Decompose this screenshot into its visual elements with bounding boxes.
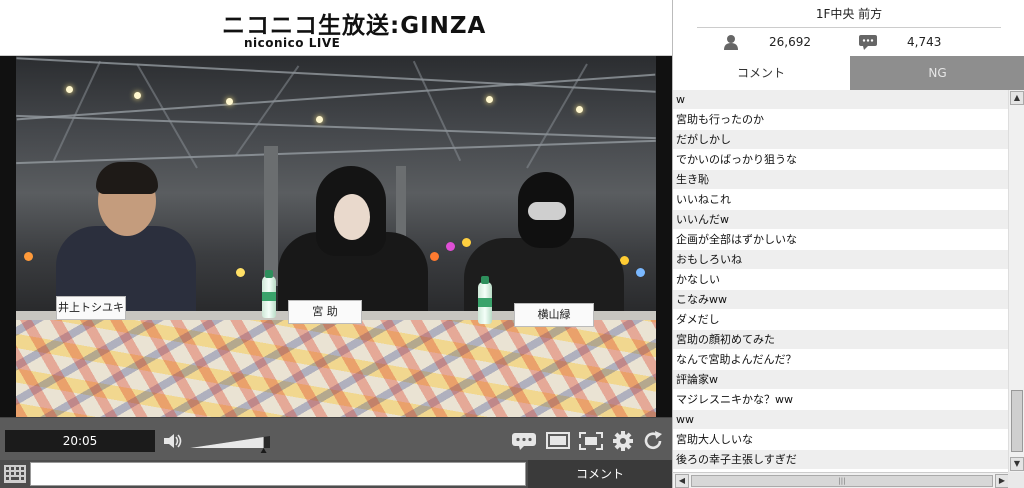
- nameplate-left: 井上トシユキ: [56, 296, 126, 320]
- player-controls: 20:05: [0, 417, 672, 460]
- logo-sub-text: niconico LIVE: [244, 36, 341, 50]
- video-player[interactable]: 井上トシユキ 宮 助 横山緑: [0, 56, 672, 417]
- comment-count-value: 4,743: [907, 35, 942, 49]
- water-bottle: [478, 276, 492, 324]
- comment-row[interactable]: こなみww: [673, 290, 1008, 310]
- comment-row[interactable]: w: [673, 90, 1008, 110]
- app-window: ニコニコ生放送:GINZA niconico LIVE 井上トシユキ 宮 助 横…: [0, 0, 1024, 488]
- logo-main-text: ニコニコ生放送:GINZA: [222, 13, 487, 39]
- comment-row[interactable]: でかいのばっかり狙うな: [673, 150, 1008, 170]
- seat-label: 1F中央 前方: [815, 7, 883, 21]
- comment-input[interactable]: [30, 462, 526, 486]
- nameplate-center: 宮 助: [288, 300, 362, 324]
- divider: [697, 27, 1001, 28]
- info-panel: 1F中央 前方 26,692 4,743: [672, 0, 1024, 56]
- comment-row[interactable]: なんで宮助よんだんだ？: [673, 350, 1008, 370]
- comment-row[interactable]: 生き恥: [673, 170, 1008, 190]
- scroll-thumb[interactable]: [1011, 390, 1023, 452]
- comment-tabs: コメント NG: [672, 56, 1024, 90]
- comment-count: 4,743: [859, 33, 941, 51]
- niconico-live-logo[interactable]: ニコニコ生放送:GINZA niconico LIVE: [222, 6, 485, 52]
- comment-toggle-icon[interactable]: [511, 430, 537, 452]
- water-bottle: [262, 270, 276, 318]
- comment-row[interactable]: 企画が全部はずかしいな: [673, 230, 1008, 250]
- comment-row[interactable]: マジレスニキかな？ww: [673, 390, 1008, 410]
- comment-row[interactable]: いいんだw: [673, 210, 1008, 230]
- volume-slider[interactable]: [190, 431, 276, 453]
- vertical-scrollbar[interactable]: ▲ ▼: [1008, 90, 1024, 472]
- comment-submit-button[interactable]: コメント: [528, 460, 672, 488]
- comment-row[interactable]: 後ろの幸子主張しすぎだ: [673, 450, 1008, 470]
- tab-comment[interactable]: コメント: [673, 56, 849, 90]
- comment-row[interactable]: 評論家w: [673, 370, 1008, 390]
- viewer-count: 26,692: [723, 33, 811, 51]
- time-display: 20:05: [5, 430, 155, 452]
- comment-bar: コメント: [0, 460, 672, 488]
- scrollbar-corner: [1008, 472, 1024, 488]
- scroll-left-arrow-icon[interactable]: ◀: [675, 474, 689, 488]
- comment-row[interactable]: いいねこれ: [673, 190, 1008, 210]
- reload-icon[interactable]: [641, 430, 665, 452]
- comment-row[interactable]: おもしろいね: [673, 250, 1008, 270]
- comment-row[interactable]: ww: [673, 410, 1008, 430]
- keyboard-icon[interactable]: [4, 465, 26, 483]
- person-icon: [724, 35, 738, 50]
- header: ニコニコ生放送:GINZA niconico LIVE: [0, 0, 672, 56]
- panelist-left: [56, 162, 196, 326]
- comment-row[interactable]: 宮助の顔初めてみた: [673, 330, 1008, 350]
- fullscreen-icon[interactable]: [578, 430, 604, 452]
- viewer-count-value: 26,692: [769, 35, 811, 49]
- video-frame[interactable]: 井上トシユキ 宮 助 横山緑: [16, 56, 656, 417]
- gear-icon[interactable]: [611, 430, 635, 452]
- horizontal-scrollbar[interactable]: ◀ ||| ▶: [672, 472, 1024, 488]
- screen-icon[interactable]: [545, 430, 571, 452]
- scroll-up-arrow-icon[interactable]: ▲: [1010, 91, 1024, 105]
- speaker-icon[interactable]: [161, 430, 185, 452]
- comment-row[interactable]: ダメだし: [673, 310, 1008, 330]
- tab-ng[interactable]: NG: [850, 56, 1024, 90]
- comment-row[interactable]: だがしかし: [673, 130, 1008, 150]
- scroll-thumb[interactable]: |||: [691, 475, 993, 487]
- comment-row[interactable]: かなしい: [673, 270, 1008, 290]
- speech-bubble-icon: [859, 35, 877, 50]
- comment-list[interactable]: w 宮助も行ったのか だがしかし でかいのばっかり狙うな 生き恥 いいねこれ いいんだw 企画…: [672, 90, 1008, 472]
- nameplate-right: 横山緑: [514, 303, 594, 327]
- panelist-center: [278, 166, 428, 326]
- comment-row[interactable]: 宮助も行ったのか: [673, 110, 1008, 130]
- scroll-right-arrow-icon[interactable]: ▶: [995, 474, 1009, 488]
- scroll-down-arrow-icon[interactable]: ▼: [1010, 457, 1024, 471]
- comment-row[interactable]: 宮助大人しいな: [673, 430, 1008, 450]
- tablecloth: [16, 320, 656, 417]
